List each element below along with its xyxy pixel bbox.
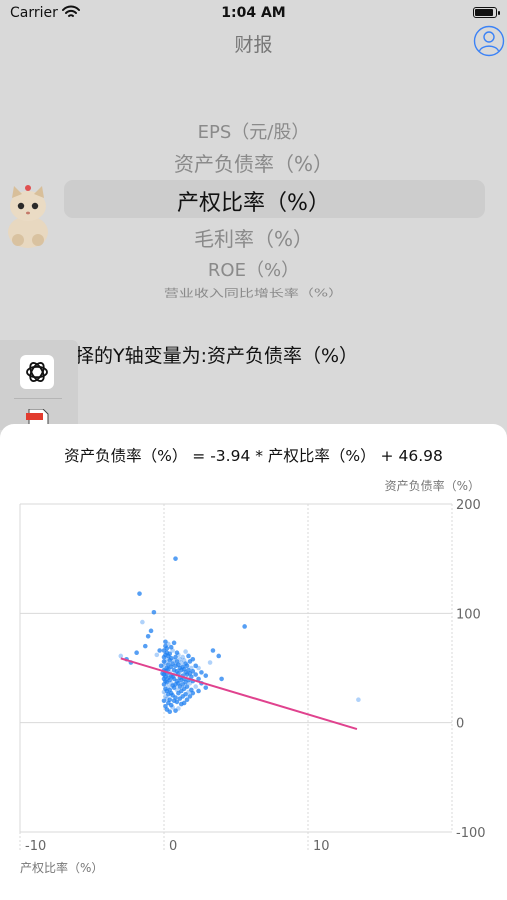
data-point — [216, 653, 222, 659]
y-tick-label: 200 — [456, 498, 481, 513]
data-point — [142, 643, 148, 649]
profile-icon[interactable] — [473, 25, 505, 57]
data-point — [242, 624, 247, 629]
y-axis-title: 资产负债率（%） — [385, 478, 480, 493]
data-point — [207, 660, 213, 665]
status-bar: Carrier 1:04 AM — [0, 0, 507, 28]
data-point — [183, 649, 188, 654]
picker-option[interactable]: 营业收入同比增长率（%） — [0, 285, 507, 300]
y-tick-label: 100 — [456, 607, 481, 622]
data-point — [118, 653, 124, 659]
data-point — [196, 688, 201, 694]
data-point — [137, 591, 142, 596]
data-point — [173, 695, 178, 700]
data-point — [167, 709, 173, 715]
data-point — [210, 648, 216, 653]
data-point — [219, 676, 224, 682]
data-point — [193, 684, 198, 689]
picker-option[interactable]: EPS（元/股） — [0, 118, 507, 144]
data-point — [140, 619, 145, 625]
mascot-cat-image — [8, 185, 48, 248]
scatter-chart: 2001000-100-10 0 10资产负债率（%）产权比率（%） — [19, 478, 486, 875]
data-point — [190, 690, 196, 696]
data-point — [193, 672, 198, 677]
data-point — [154, 652, 160, 658]
data-point — [145, 633, 151, 639]
variable-picker[interactable]: EPS（元/股） 资产负债率（%） 产权比率（%） 毛利率（%） ROE（%） … — [0, 110, 507, 310]
page-title: 财报 — [234, 34, 273, 56]
data-point — [199, 670, 204, 675]
data-point — [157, 648, 162, 653]
side-panel-divider — [14, 398, 62, 399]
x-tick-label: 10 — [313, 839, 330, 854]
data-point — [203, 685, 209, 690]
y-tick-label: -100 — [456, 826, 486, 841]
battery-icon — [473, 7, 500, 18]
data-point — [176, 706, 181, 711]
picker-option-selected[interactable]: 产权比率（%） — [0, 185, 507, 217]
data-point — [196, 665, 201, 671]
data-point — [151, 609, 157, 615]
data-point — [148, 628, 154, 634]
y-tick-label: 0 — [456, 717, 464, 732]
selected-y-axis-prompt: 择的Y轴变量为:资产负债率（%） — [75, 345, 359, 367]
picker-option[interactable]: ROE（%） — [0, 256, 507, 282]
x-tick-label: -10 — [25, 839, 46, 854]
data-point — [167, 697, 173, 703]
clock: 1:04 AM — [221, 5, 286, 21]
data-point — [203, 673, 209, 678]
data-point — [171, 640, 177, 646]
data-point — [170, 648, 175, 653]
data-point — [173, 556, 178, 561]
picker-option[interactable]: 资产负债率（%） — [0, 148, 507, 177]
x-axis-title: 产权比率（%） — [20, 860, 103, 875]
data-point — [184, 663, 190, 669]
plot-border — [19, 503, 453, 833]
openai-icon[interactable] — [20, 355, 54, 389]
data-point — [164, 646, 170, 651]
data-point — [190, 656, 196, 662]
data-point — [356, 697, 361, 703]
data-point — [176, 652, 181, 658]
x-tick-label: 0 — [169, 839, 177, 854]
regression-sheet: 资产负债率（%） = -3.94 * 产权比率（%） + 46.98 200 10… — [0, 424, 507, 900]
regression-line — [120, 657, 358, 730]
picker-option[interactable]: 毛利率（%） — [0, 223, 507, 252]
data-point — [134, 650, 139, 655]
data-point — [186, 653, 191, 659]
